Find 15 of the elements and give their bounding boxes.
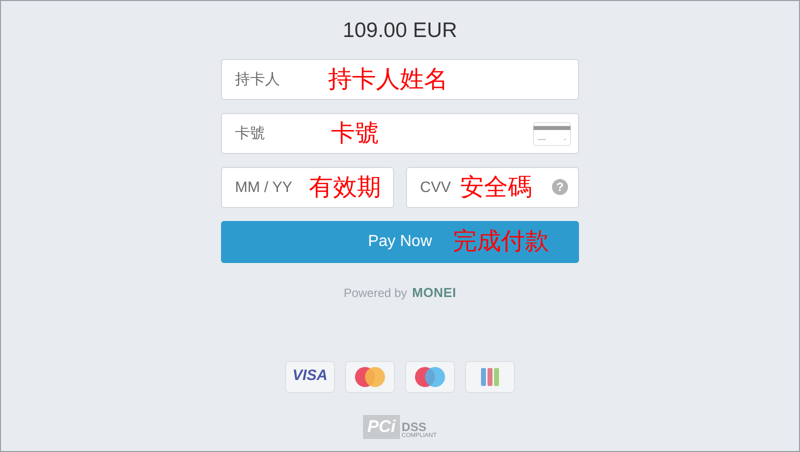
visa-logo: VISA xyxy=(292,366,328,386)
brand-logo: MONEI xyxy=(412,284,456,302)
dss-text: DSS xyxy=(402,420,426,432)
overlapping-circles-logo xyxy=(355,366,385,386)
annotation: 有效期 xyxy=(309,172,381,202)
annotation: 安全碼 xyxy=(460,172,532,202)
annotation: 卡號 xyxy=(331,118,379,148)
powered-by-text: Powered by xyxy=(344,284,408,302)
annotation: 持卡人姓名 xyxy=(328,64,448,94)
amount: 109.00 EUR xyxy=(342,18,458,44)
stripes-logo xyxy=(480,366,500,386)
overlapping-circles-logo xyxy=(415,366,445,386)
pay-now-button[interactable]: Pay Now 完成付款 xyxy=(221,221,579,263)
credit-card-icon xyxy=(533,122,571,146)
annotation: 完成付款 xyxy=(453,226,549,256)
